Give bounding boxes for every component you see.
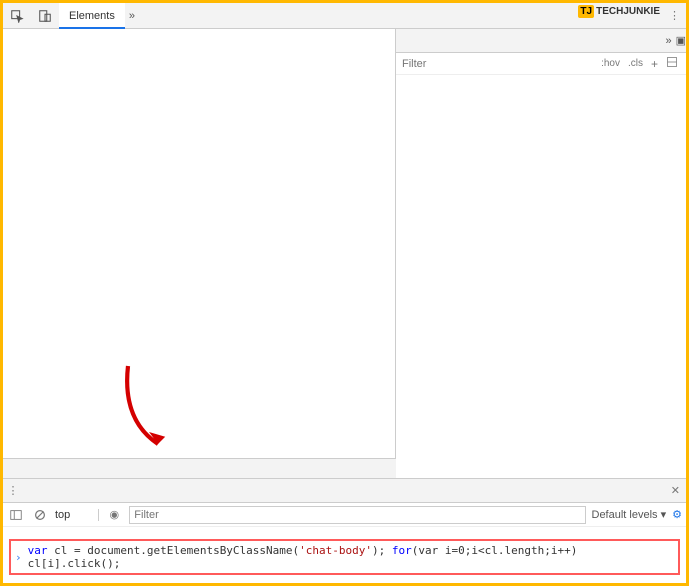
prompt-chevron-icon: › (15, 551, 22, 564)
computed-toggle-icon[interactable] (662, 56, 682, 71)
context-selector[interactable]: top (55, 509, 99, 521)
devtools-tabbar: Elements » TJTECHJUNKIE ⋮ (3, 3, 686, 29)
gear-icon[interactable]: ⚙ (672, 508, 682, 521)
more-tabs-icon[interactable]: » (129, 10, 135, 22)
kebab-menu-icon[interactable]: ⋮ (669, 9, 680, 22)
console-settings (3, 527, 686, 535)
sidebar-tabs: » ▣ (396, 29, 686, 53)
drawer-tabs: ⋮ (3, 479, 686, 503)
device-toggle-icon[interactable] (31, 9, 59, 23)
console-input[interactable]: var cl = document.getElementsByClassName… (28, 544, 674, 570)
cls-toggle[interactable]: .cls (624, 58, 647, 69)
styles-sidebar: » ▣ :hov .cls + (396, 29, 686, 478)
styles-rules[interactable] (396, 75, 686, 478)
expand-sidebar-icon[interactable]: ▣ (676, 34, 686, 47)
console-prompt[interactable]: › var cl = document.getElementsByClassNa… (9, 539, 680, 575)
styles-filter-bar: :hov .cls + (396, 53, 686, 75)
elements-dom-tree[interactable] (3, 29, 396, 458)
log-level-selector[interactable]: Default levels ▾ (592, 508, 667, 521)
console-toolbar: top ◉ Default levels ▾ ⚙ (3, 503, 686, 527)
drawer-menu-icon[interactable]: ⋮ (3, 484, 23, 497)
live-expression-icon[interactable]: ◉ (105, 506, 123, 524)
new-rule-button[interactable]: + (647, 57, 662, 71)
techjunkie-logo: TJTECHJUNKIE (578, 6, 660, 17)
hov-toggle[interactable]: :hov (597, 58, 624, 69)
close-icon[interactable]: ✕ (671, 484, 680, 497)
tab-elements[interactable]: Elements (59, 3, 125, 29)
inspect-icon[interactable] (3, 9, 31, 23)
more-sidebar-tabs-icon[interactable]: » (665, 35, 671, 47)
console-drawer: ⋮ ✕ top ◉ Default levels ▾ ⚙ › var cl = … (3, 478, 686, 583)
console-filter-input[interactable] (129, 506, 585, 524)
clear-console-icon[interactable] (31, 506, 49, 524)
breadcrumb[interactable] (3, 458, 396, 478)
sidebar-toggle-icon[interactable] (7, 506, 25, 524)
styles-filter-input[interactable] (400, 56, 597, 72)
